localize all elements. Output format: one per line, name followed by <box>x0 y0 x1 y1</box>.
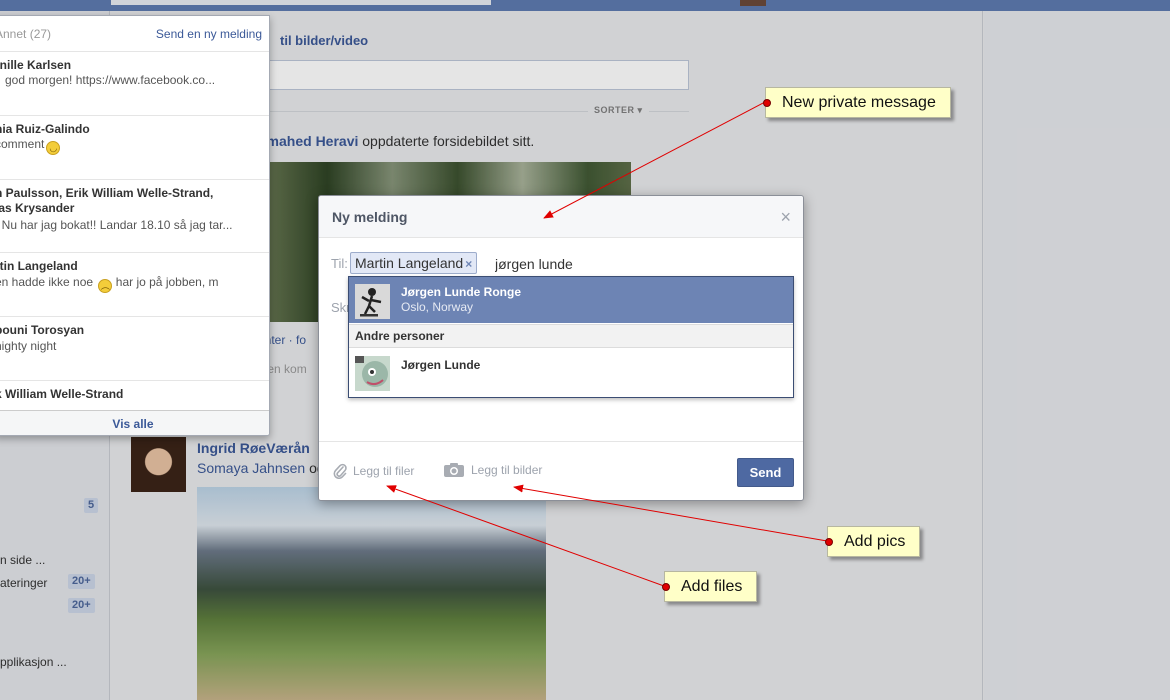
dialog-title: Ny melding <box>332 209 408 225</box>
cartoon-photo <box>355 356 390 391</box>
close-icon[interactable]: × <box>780 208 791 226</box>
dialog-header: Ny melding × <box>319 196 803 238</box>
callout-text: Add files <box>681 578 743 595</box>
thread-snippet: : Nu har jag bokat!! Landar 18.10 så jag… <box>0 218 233 232</box>
attach-files-button[interactable]: Legg til filer <box>333 462 415 480</box>
skateboarder-photo <box>355 284 390 319</box>
to-label: Til: <box>331 256 348 271</box>
thread-snippet-wrap: comment◡ <box>0 137 61 155</box>
callout-add-files: Add files <box>662 571 758 602</box>
thread-snippet: god morgen! https://www.facebook.co... <box>5 73 216 87</box>
thread-item[interactable]: k William Welle-Strand <box>0 381 269 411</box>
thread-name: bouni Torosyan <box>0 323 85 337</box>
thread-name: n Paulsson, Erik William Welle-Strand, <box>0 186 214 200</box>
camera-icon <box>444 463 464 477</box>
thread-item[interactable]: rnille Karlsen god morgen! https://www.f… <box>0 52 269 116</box>
divider <box>319 441 803 442</box>
callout-dot-icon <box>825 538 833 546</box>
callout-new-message: New private message <box>763 87 951 118</box>
suggestion-item[interactable]: Jørgen Lunde Ronge Oslo, Norway <box>349 277 793 323</box>
recipient-token[interactable]: Martin Langeland × <box>350 252 478 274</box>
folder-label[interactable]: Annet (27) <box>0 27 51 41</box>
flyout-header: Annet (27) Send en ny melding <box>0 16 269 52</box>
callout-text: New private message <box>782 94 936 111</box>
send-button[interactable]: Send <box>737 458 794 487</box>
thread-snippet-wrap: en hadde ikke noe ︵ har jo på jobben, m <box>0 275 219 293</box>
suggestion-name: Jørgen Lunde <box>401 358 481 372</box>
smiley-emoticon-icon: ◡ <box>46 141 61 155</box>
messages-flyout: Annet (27) Send en ny melding rnille Kar… <box>0 15 270 436</box>
thread-snippet: nighty night <box>0 339 57 353</box>
suggestion-avatar <box>355 356 390 391</box>
see-all-link[interactable]: Vis alle <box>0 410 269 435</box>
callout-add-pics: Add pics <box>825 526 921 557</box>
suggestion-location: Oslo, Norway <box>401 300 474 314</box>
callout-text: Add pics <box>844 533 906 550</box>
recipient-name: Martin Langeland <box>355 255 464 271</box>
new-message-link[interactable]: Send en ny melding <box>156 27 262 41</box>
suggestion-item[interactable]: Jørgen Lunde <box>349 349 793 395</box>
attach-photos-button[interactable]: Legg til bilder <box>443 462 542 478</box>
thread-snippet: comment <box>0 137 45 151</box>
callout-dot-icon <box>662 583 670 591</box>
thread-name: rtin Langeland <box>0 259 78 273</box>
thread-snippet: en hadde ikke noe <box>0 275 94 289</box>
thread-item[interactable]: nia Ruiz-Galindo comment◡ 4 <box>0 116 269 180</box>
thread-item[interactable]: n Paulsson, Erik William Welle-Strand, l… <box>0 180 269 253</box>
thread-item[interactable]: rtin Langeland en hadde ikke noe ︵ har j… <box>0 253 269 317</box>
remove-recipient-icon[interactable]: × <box>465 257 472 271</box>
attach-files-label: Legg til filer <box>353 464 415 478</box>
thread-name: rnille Karlsen <box>0 58 72 72</box>
thread-name: nia Ruiz-Galindo <box>0 122 90 136</box>
thread-snippet-continued: har jo på jobben, m <box>115 275 219 289</box>
attach-photos-label: Legg til bilder <box>471 463 543 477</box>
recipient-suggestions: Jørgen Lunde Ronge Oslo, Norway Andre pe… <box>348 276 794 398</box>
sad-emoticon-icon: ︵ <box>98 279 113 293</box>
suggestion-name: Jørgen Lunde Ronge <box>401 285 521 299</box>
thread-name-continued: las Krysander <box>0 201 75 215</box>
thread-item[interactable]: bouni Torosyan nighty night <box>0 317 269 381</box>
thread-name: k William Welle-Strand <box>0 387 124 401</box>
recipient-input[interactable] <box>495 254 785 274</box>
suggestion-avatar <box>355 284 390 319</box>
callout-dot-icon <box>763 99 771 107</box>
suggestion-section-header: Andre personer <box>349 324 793 348</box>
paperclip-icon <box>333 463 347 480</box>
